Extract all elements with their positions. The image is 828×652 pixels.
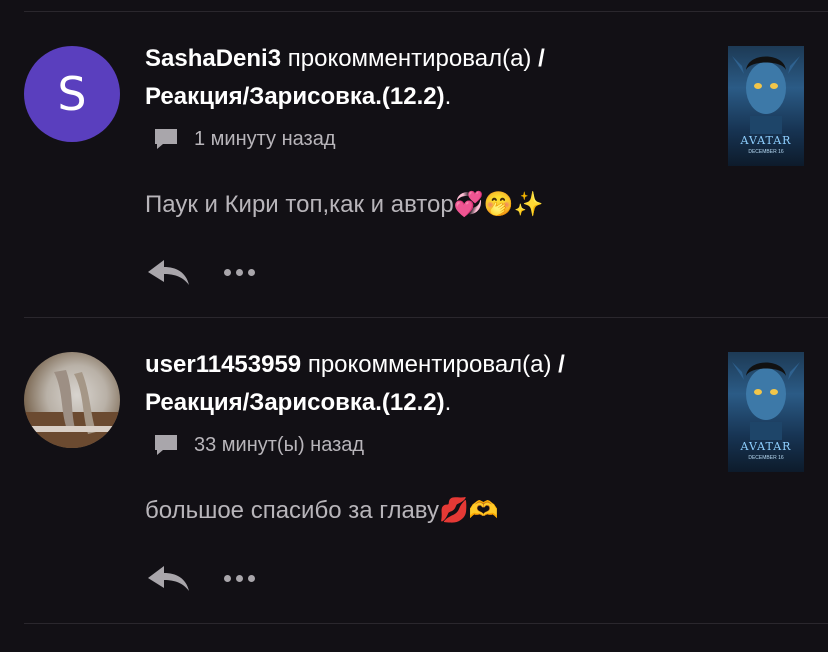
more-icon[interactable] [224,268,255,276]
action-text: прокомментировал(а) [307,351,552,378]
dot [248,574,255,582]
username-link[interactable]: user11453959 [145,351,301,378]
poster-title: AVATAR [740,440,792,453]
comment-title: SashaDeni3 прокомментировал(а) / Реакция… [145,40,685,116]
comment-icon [155,129,177,149]
comment-meta: 1 минуту назад [152,127,336,151]
dot [248,268,255,276]
work-title-link[interactable]: Реакция/Зарисовка.(12.2) [145,389,445,416]
timestamp: 33 минут(ы) назад [194,433,365,456]
avatar[interactable]: S [24,46,120,142]
comment-text: большое спасибо за главу💋🫶 [145,497,499,524]
poster-art-icon [732,362,800,440]
dot [236,574,243,582]
timestamp: 1 минуту назад [194,127,336,150]
comment-actions [146,256,255,288]
dot [224,574,231,582]
work-thumbnail[interactable]: AVATAR DECEMBER 16 [728,46,804,166]
poster-subtitle: DECEMBER 16 [748,455,784,461]
action-text: прокомментировал(а) [287,45,532,72]
comment-item: S SashaDeni3 прокомментировал(а) / Реакц… [0,12,828,318]
work-title-link[interactable]: Реакция/Зарисовка.(12.2) [145,83,445,110]
dot [236,268,243,276]
user-photo-icon [24,370,120,448]
separator: / [558,351,565,378]
comment-actions [146,562,255,594]
reply-icon[interactable] [146,256,192,288]
username-link[interactable]: SashaDeni3 [145,45,281,72]
title-end: . [444,389,452,416]
work-thumbnail[interactable]: AVATAR DECEMBER 16 [728,352,804,472]
avatar[interactable] [24,352,120,448]
poster-title: AVATAR [740,134,792,147]
bottom-divider [24,623,828,624]
poster-art-icon [732,56,800,134]
poster-subtitle: DECEMBER 16 [748,149,784,155]
comment-item: user11453959 прокомментировал(а) / Реакц… [0,318,828,624]
comment-icon [155,435,177,455]
separator: / [538,45,545,72]
dot [224,268,231,276]
comment-title: user11453959 прокомментировал(а) / Реакц… [145,346,685,422]
reply-icon[interactable] [146,562,192,594]
more-icon[interactable] [224,574,255,582]
title-end: . [444,83,452,110]
avatar-letter: S [57,67,87,121]
comment-text: Паук и Кири топ,как и автор💞🤭✨ [145,191,544,218]
comment-meta: 33 минут(ы) назад [152,433,364,457]
